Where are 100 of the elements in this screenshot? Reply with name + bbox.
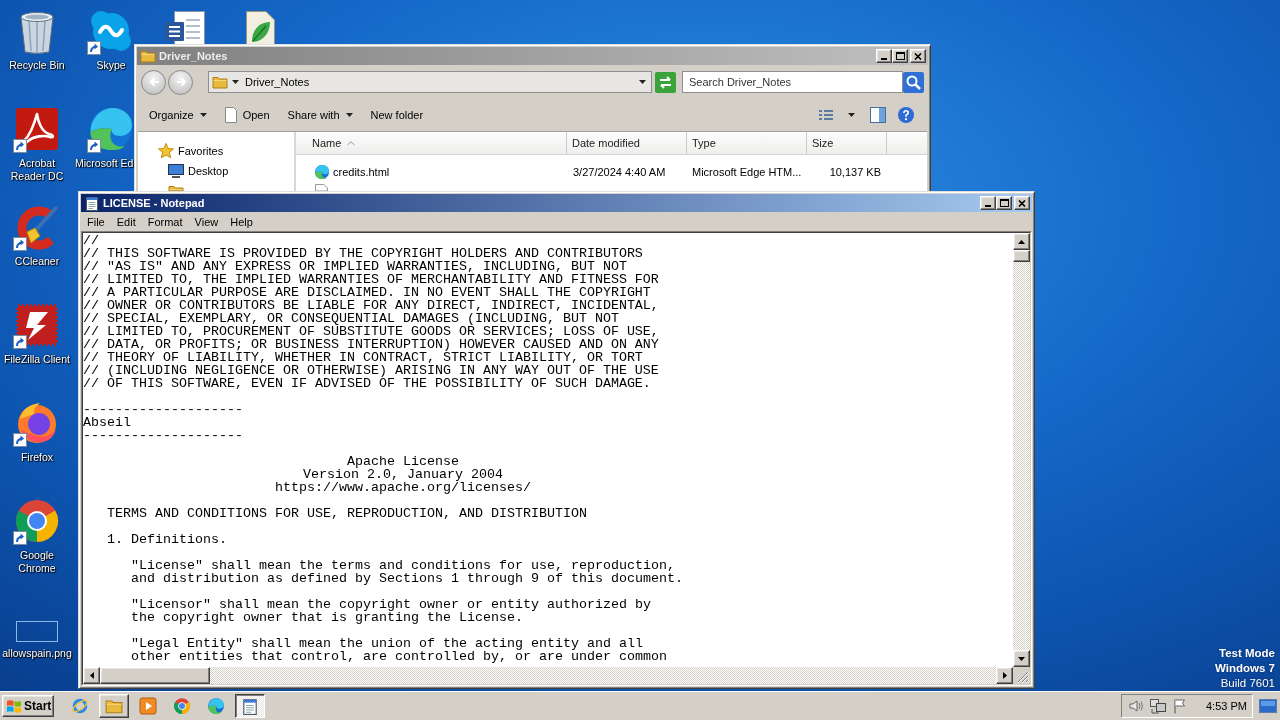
text-paragraph: // // THIS SOFTWARE IS PROVIDED BY THE COPYRIGHT HOLDERS AND CONTRIBUTORS // "AS IS" AND ANY EXPRESS OR IMPLIED WARRANTIES, INCLUDING, BUT NOT // LIMITED TO, THE IMPLIED WARRANTIES OF MERCHANTABILITY AND FITNESS FOR // A PARTICULAR PURPOSE ARE DISCLAIMED. IN NO EVENT SHALL THE COPYRIGHT // OWNER OR CONTRIBUTORS BE LIABLE FOR ANY DIRECT, INDIRECT, INCIDENTAL, // SPECIAL, EXEMPLARY, OR CONSEQUENTIAL DAMAGES (INCLUDING, BUT NOT // LIMITED TO, PROCUREMENT OF SUBSTITUTE GOODS OR SERVICES; LOSS OF USE, // DATA, OR PROFITS; OR BUSINESS INTERRUPTION) HOWEVER CAUSED AND ON ANY // THEORY OF LIABILITY, WHETHER IN CONTRACT, STRICT LIABILITY, OR TORT // (INCLUDING NEGLIGENCE OR OTHERWISE) ARISING IN ANY WAY OUT OF THE USE // OF THIS SOFTWARE, EVEN IF ADVISED OF THE POSSIBILITY OF SUCH DAMAGE. (83, 234, 659, 390)
maximize-button[interactable] (892, 49, 908, 63)
minimize-button[interactable] (980, 196, 996, 210)
desktop-icon-label[interactable]: FileZilla Client (4, 353, 70, 366)
menu-item[interactable]: Format (141, 213, 189, 230)
speaker-icon[interactable] (1128, 698, 1144, 714)
window-title: LICENSE - Notepad (103, 197, 205, 209)
modified-date: 3/27/2024 4:40 AM (573, 165, 666, 178)
acrobat-icon[interactable] (13, 105, 61, 153)
nav-item[interactable]: Favorites (138, 141, 294, 161)
refresh-icon[interactable] (655, 71, 676, 93)
star-icon (158, 143, 174, 159)
maximize-icon (999, 199, 1009, 207)
monitor-icon (168, 163, 184, 179)
toolbar-button[interactable]: Share with (283, 103, 357, 127)
start-button[interactable]: Start (2, 695, 54, 717)
nav-item[interactable]: Desktop (138, 161, 294, 181)
minimize-button[interactable] (876, 49, 892, 63)
forward-button[interactable] (168, 69, 193, 95)
column-header[interactable]: Date modified (567, 132, 687, 154)
document-icon[interactable] (162, 11, 208, 47)
edge-icon[interactable] (87, 105, 135, 153)
menu-item[interactable]: Edit (110, 213, 142, 230)
left-arrow-icon (147, 77, 160, 87)
scroll-thumb[interactable] (100, 667, 210, 684)
menu-item[interactable]: Help (224, 213, 259, 230)
maximize-icon (895, 52, 905, 60)
folder-icon (140, 48, 156, 64)
media-player-icon (139, 697, 157, 715)
back-button[interactable] (141, 69, 166, 95)
os-notice-text: Windows 7 (1215, 661, 1275, 676)
browser-icon (71, 697, 89, 715)
desktop-icon-label[interactable]: Microsoft Ed (75, 157, 134, 170)
text-paragraph: TERMS AND CONDITIONS FOR USE, REPRODUCTION, AND DISTRIBUTION (107, 507, 587, 520)
vertical-scrollbar[interactable] (1013, 233, 1030, 667)
text-paragraph: "Licensor" shall mean the copyright owner or entity authorized by the copyright owner that is granting the License. (131, 598, 651, 624)
folder-icon (212, 74, 228, 90)
scroll-thumb[interactable] (1013, 250, 1030, 262)
scroll-up-button[interactable] (1013, 233, 1030, 250)
menu-item[interactable]: View (188, 213, 225, 230)
down-arrow-icon (1018, 656, 1025, 661)
windows-logo-icon (6, 698, 22, 714)
desktop-icon-label[interactable]: Acrobat Reader DC (2, 157, 72, 183)
address-bar[interactable]: Driver_Notes (208, 71, 652, 93)
desktop-icon-label[interactable]: CCleaner (14, 255, 60, 268)
folder-icon (105, 697, 123, 715)
clock-text[interactable]: 4:53 PM (1206, 700, 1247, 712)
column-header[interactable]: Type (687, 132, 807, 154)
os-notice-text: Test Mode (1219, 646, 1275, 661)
caret-icon (345, 113, 353, 117)
caret-icon[interactable] (848, 113, 855, 117)
notepad-icon (241, 697, 259, 715)
text-paragraph: "License" shall mean the terms and conditions for use, reproduction, and distribution as defined by Sections 1 through 9 of this document. (131, 559, 683, 585)
close-button[interactable] (910, 49, 926, 63)
search-field[interactable]: Search Driver_Notes (682, 71, 903, 93)
network-icon[interactable] (1150, 698, 1166, 714)
text-paragraph: 1. Definitions. (107, 533, 227, 546)
scroll-down-button[interactable] (1013, 650, 1030, 667)
toolbar-button[interactable]: Open (220, 103, 274, 127)
scroll-right-button[interactable] (996, 667, 1013, 684)
column-header[interactable]: Size (807, 132, 887, 154)
desktop-icon-label[interactable]: allowspain.png (2, 647, 72, 660)
caret-icon (232, 80, 239, 84)
help-icon[interactable] (898, 107, 914, 123)
chrome-icon (173, 697, 191, 715)
file-size: 10,137 KB (829, 165, 881, 178)
caret-icon[interactable] (639, 80, 646, 84)
edge-icon (207, 697, 225, 715)
view-list-icon[interactable] (818, 108, 834, 122)
scroll-left-button[interactable] (83, 667, 100, 684)
menu-item[interactable]: File (81, 213, 111, 230)
folder-icon (168, 183, 184, 191)
column-header[interactable]: Name (296, 132, 567, 154)
text-paragraph: "Legal Entity" shall mean the union of the acting entity and all other entities that control, are controlled by, or are under common (131, 637, 667, 663)
left-arrow-icon (89, 672, 94, 679)
chrome-icon[interactable] (13, 497, 61, 545)
text-editor[interactable] (82, 232, 1031, 685)
edge-icon (314, 163, 330, 180)
taskbar-button[interactable] (235, 694, 265, 718)
toolbar-button[interactable]: New folder (366, 103, 428, 127)
search-icon[interactable] (903, 71, 924, 93)
desktop-icon-label[interactable]: Recycle Bin (9, 59, 65, 72)
desktop-icon-label[interactable]: Firefox (20, 451, 54, 464)
toolbar-button[interactable]: Organize (145, 103, 211, 127)
desktop-icon-label[interactable]: Google Chrome (2, 549, 72, 575)
preview-pane-icon[interactable] (870, 107, 886, 123)
file-name[interactable]: credits.html (333, 165, 390, 178)
desktop-icon-label[interactable]: Skype (96, 59, 126, 72)
window-title: Driver_Notes (159, 50, 228, 62)
text-heading: Apache License Version 2.0, January 2004 https://www.apache.org/licenses/ (275, 455, 531, 494)
right-arrow-icon (1002, 672, 1007, 679)
notepad-icon (84, 195, 100, 211)
document-icon (224, 107, 237, 123)
close-button[interactable] (1014, 196, 1030, 210)
maximize-button[interactable] (996, 196, 1012, 210)
horizontal-scrollbar[interactable] (83, 667, 1013, 684)
right-arrow-icon (175, 77, 186, 87)
text-paragraph: -------------------- Abseil -------------------- (83, 403, 243, 442)
os-notice-text: Build 7601 (1220, 676, 1275, 691)
flag-icon[interactable] (1172, 698, 1188, 714)
